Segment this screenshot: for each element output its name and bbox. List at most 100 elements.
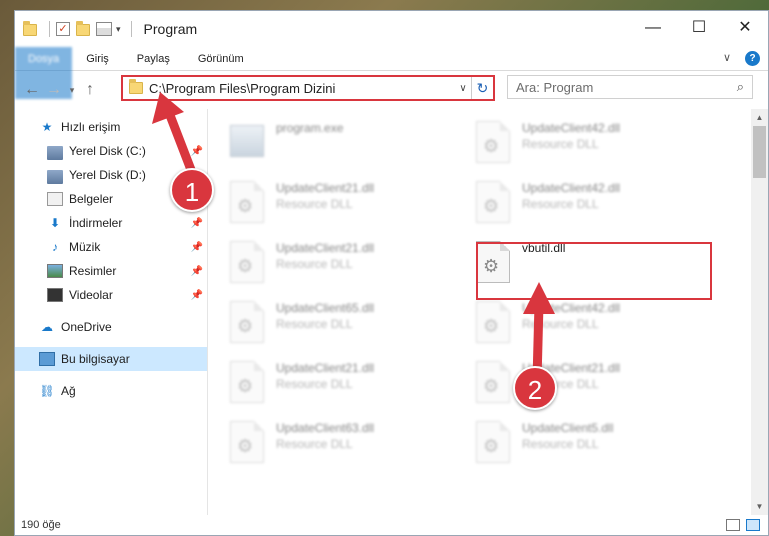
file-item[interactable]: ⚙ UpdateClient42.dll Resource DLL	[476, 177, 722, 229]
pin-icon[interactable]: 📌	[191, 218, 203, 229]
file-item[interactable]: ⚙ UpdateClient42.dll Resource DLL	[476, 297, 722, 349]
file-item[interactable]: ⚙ UpdateClient42.dll Resource DLL	[476, 117, 722, 169]
file-item[interactable]: ⚙ UpdateClient65.dll Resource DLL	[230, 297, 476, 349]
refresh-icon[interactable]: ↻	[471, 77, 493, 99]
file-name: UpdateClient65.dll	[276, 301, 375, 315]
dll-file-icon: ⚙	[230, 361, 264, 403]
sidebar-item-label: Belgeler	[69, 192, 114, 206]
sidebar-item-label: Videolar	[69, 288, 113, 302]
file-type: Resource DLL	[522, 137, 599, 151]
file-name: UpdateClient21.dll	[276, 361, 375, 375]
sidebar-item-label: Müzik	[69, 240, 101, 254]
drive-icon	[47, 145, 63, 160]
sidebar-item-label: Bu bilgisayar	[61, 352, 130, 366]
pin-icon[interactable]: 📌	[191, 266, 203, 277]
search-box[interactable]: Ara: Program ⌕	[507, 75, 753, 99]
tab-home[interactable]: Giriş	[72, 47, 123, 70]
view-switcher	[726, 519, 760, 531]
close-button[interactable]: ✕	[722, 11, 768, 45]
explorer-window: ✓ ▾ Program — ☐ ✕ Dosya Giriş Paylaş Gör…	[14, 10, 769, 536]
sidebar-item-music[interactable]: ♪ Müzik 📌	[15, 235, 207, 259]
scroll-up-icon[interactable]: ▲	[751, 109, 768, 126]
file-name: UpdateClient63.dll	[276, 421, 375, 435]
details-view-icon[interactable]	[726, 519, 740, 531]
file-type: Resource DLL	[522, 437, 599, 451]
file-type: Resource DLL	[276, 317, 353, 331]
file-name: program.exe	[276, 121, 344, 135]
sidebar-item-network[interactable]: ⛓ Ağ	[15, 379, 207, 403]
sidebar-item-onedrive[interactable]: ☁ OneDrive	[15, 315, 207, 339]
folder-icon[interactable]	[23, 21, 37, 37]
file-item[interactable]: ⚙ UpdateClient21.dll Resource DLL	[230, 357, 476, 409]
sidebar-item-label: OneDrive	[61, 320, 112, 334]
file-name: UpdateClient21.dll	[276, 181, 375, 195]
search-icon[interactable]: ⌕	[737, 79, 744, 95]
sidebar-item-videos[interactable]: Videolar 📌	[15, 283, 207, 307]
navigation-bar: ← → ▾ ↑ C:\Program Files\Program Dizini …	[15, 71, 768, 109]
file-type: Resource DLL	[276, 437, 353, 451]
computer-icon	[39, 352, 55, 366]
sidebar-item-pictures[interactable]: Resimler 📌	[15, 259, 207, 283]
annotation-badge-2: 2	[513, 366, 557, 410]
pin-icon[interactable]: 📌	[191, 242, 203, 253]
file-item[interactable]: ⚙ UpdateClient63.dll Resource DLL	[230, 417, 476, 469]
folder-icon	[129, 79, 143, 94]
help-icon[interactable]: ?	[745, 51, 760, 66]
new-folder-icon[interactable]	[76, 21, 90, 37]
dll-file-icon: ⚙	[476, 301, 510, 343]
address-dropdown-icon[interactable]: ∨	[455, 83, 471, 94]
vertical-scrollbar[interactable]: ▲ ▼	[751, 109, 768, 515]
file-type: Resource DLL	[276, 377, 353, 391]
minimize-button[interactable]: —	[630, 11, 676, 45]
item-count: 190 öğe	[21, 519, 61, 531]
scroll-thumb[interactable]	[753, 126, 766, 178]
file-name: UpdateClient21.dll	[276, 241, 375, 255]
expand-ribbon-icon[interactable]: ∨	[723, 51, 731, 66]
tiles-view-icon[interactable]	[746, 519, 760, 531]
dll-file-icon: ⚙	[476, 181, 510, 223]
tab-view[interactable]: Görünüm	[184, 47, 258, 70]
file-item[interactable]: ⚙ UpdateClient21.dll Resource DLL	[230, 237, 476, 289]
maximize-button[interactable]: ☐	[676, 11, 722, 45]
dll-file-icon: ⚙	[476, 121, 510, 163]
tab-share[interactable]: Paylaş	[123, 47, 184, 70]
title-bar: ✓ ▾ Program — ☐ ✕	[15, 11, 768, 47]
file-name: UpdateClient42.dll	[522, 181, 621, 195]
quick-access-dropdown-icon[interactable]: ▾	[116, 24, 121, 35]
drive-icon	[47, 169, 63, 184]
search-input[interactable]: Ara: Program	[516, 80, 737, 95]
file-type: Resource DLL	[522, 197, 599, 211]
network-icon: ⛓	[39, 384, 55, 398]
file-highlight-box	[476, 242, 712, 300]
videos-icon	[47, 288, 63, 302]
documents-icon	[47, 192, 63, 206]
scroll-down-icon[interactable]: ▼	[751, 498, 768, 515]
properties-check-icon[interactable]: ✓	[56, 22, 70, 36]
annotation-badge-1: 1	[170, 168, 214, 212]
ribbon-right-controls: ∨ ?	[723, 51, 760, 66]
sidebar-item-this-pc[interactable]: Bu bilgisayar	[15, 347, 207, 371]
sidebar-item-label: Hızlı erişim	[61, 120, 121, 134]
recent-locations-icon[interactable]: ▾	[65, 85, 79, 96]
star-icon: ★	[41, 120, 53, 134]
file-name: UpdateClient5.dll	[522, 421, 614, 435]
dll-file-icon: ⚙	[230, 301, 264, 343]
dll-file-icon: ⚙	[476, 361, 510, 403]
sidebar-item-downloads[interactable]: ⬇ İndirmeler 📌	[15, 211, 207, 235]
file-item[interactable]: ⚙ UpdateClient21.dll Resource DLL	[230, 177, 476, 229]
forward-arrow-icon[interactable]: →	[43, 81, 65, 99]
window-controls: — ☐ ✕	[630, 11, 768, 45]
file-item[interactable]: program.exe	[230, 117, 476, 169]
dll-file-icon: ⚙	[230, 421, 264, 463]
file-item[interactable]: ⚙ UpdateClient5.dll Resource DLL	[476, 417, 722, 469]
title-separator	[130, 21, 132, 37]
pin-icon[interactable]: 📌	[191, 290, 203, 301]
main-content: ★ Hızlı erişim Yerel Disk (C:) 📌 Yerel D…	[15, 109, 768, 515]
dll-file-icon: ⚙	[230, 241, 264, 283]
customize-icon[interactable]	[96, 22, 112, 36]
up-arrow-icon[interactable]: ↑	[79, 81, 101, 99]
status-bar: 190 öğe	[15, 515, 768, 535]
back-arrow-icon[interactable]: ←	[21, 81, 43, 99]
file-type: Resource DLL	[276, 197, 353, 211]
